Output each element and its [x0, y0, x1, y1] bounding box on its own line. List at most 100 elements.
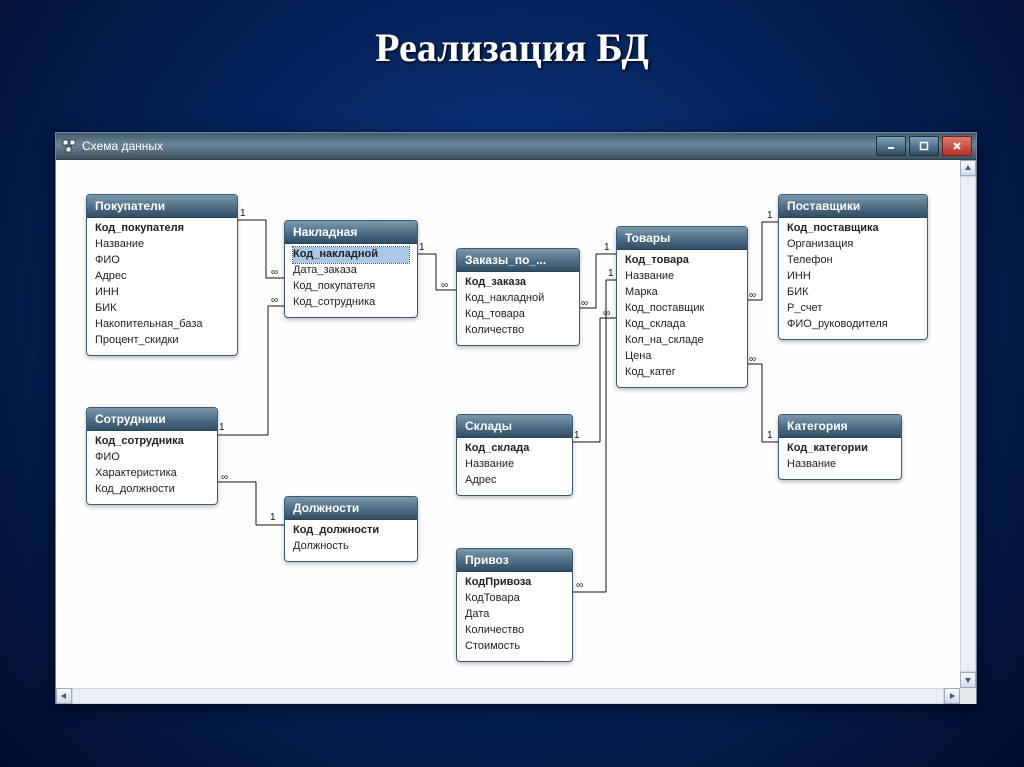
field[interactable]: Марка: [625, 285, 739, 301]
field[interactable]: Должность: [293, 539, 409, 555]
close-button[interactable]: [942, 136, 972, 156]
table-kategoriya[interactable]: Категория Код_категории Название: [778, 414, 902, 480]
slide: Реализация БД Схема данных: [0, 0, 1024, 767]
table-sklady[interactable]: Склады Код_склада Название Адрес: [456, 414, 573, 496]
field[interactable]: Количество: [465, 323, 571, 339]
field[interactable]: БИК: [787, 285, 919, 301]
field[interactable]: КодТовара: [465, 591, 564, 607]
field[interactable]: Кол_на_складе: [625, 333, 739, 349]
field[interactable]: Накопительная_база: [95, 317, 229, 333]
field-list: Код_заказа Код_накладной Код_товара Коли…: [457, 272, 579, 345]
field-list: Код_должности Должность: [285, 520, 417, 561]
table-tovary[interactable]: Товары Код_товара Название Марка Код_пос…: [616, 226, 748, 388]
field-list: Код_категории Название: [779, 438, 901, 479]
pk-field[interactable]: Код_склада: [465, 441, 564, 457]
field[interactable]: Количество: [465, 623, 564, 639]
field-list: Код_склада Название Адрес: [457, 438, 572, 495]
field[interactable]: Процент_скидки: [95, 333, 229, 349]
cardinality-many: ∞: [271, 267, 278, 278]
table-pokupateli[interactable]: Покупатели Код_покупателя Название ФИО А…: [86, 194, 238, 356]
field[interactable]: Название: [465, 457, 564, 473]
table-header[interactable]: Склады: [457, 415, 572, 438]
pk-field[interactable]: КодПривоза: [465, 575, 564, 591]
field[interactable]: Стоимость: [465, 639, 564, 655]
cardinality-many: ∞: [441, 280, 448, 291]
pk-field[interactable]: Код_должности: [293, 523, 409, 539]
scroll-up-icon[interactable]: [960, 160, 976, 176]
pk-field[interactable]: Код_поставщика: [787, 221, 919, 237]
maximize-button[interactable]: [909, 136, 939, 156]
table-header[interactable]: Накладная: [285, 221, 417, 244]
table-header[interactable]: Покупатели: [87, 195, 237, 218]
cardinality-many: ∞: [603, 308, 610, 319]
cardinality-one: 1: [574, 430, 580, 441]
table-nakladnaya[interactable]: Накладная Код_накладной Дата_заказа Код_…: [284, 220, 418, 318]
field[interactable]: Организация: [787, 237, 919, 253]
table-header[interactable]: Привоз: [457, 549, 572, 572]
pk-field[interactable]: Код_накладной: [293, 247, 409, 263]
field[interactable]: Телефон: [787, 253, 919, 269]
field[interactable]: Адрес: [465, 473, 564, 489]
window-titlebar[interactable]: Схема данных: [56, 133, 976, 160]
scroll-track[interactable]: [72, 688, 944, 704]
field[interactable]: Название: [625, 269, 739, 285]
cardinality-many: ∞: [749, 290, 756, 301]
client-area: 1 ∞ 1 ∞ 1 ∞ 1 ∞ 1 ∞ 1 ∞ 1 ∞ 1 ∞ 1 ∞: [56, 160, 976, 704]
field-list: Код_сотрудника ФИО Характеристика Код_до…: [87, 431, 217, 504]
scroll-right-icon[interactable]: [944, 688, 960, 704]
field[interactable]: БИК: [95, 301, 229, 317]
app-icon: [62, 139, 76, 153]
field[interactable]: Дата_заказа: [293, 263, 409, 279]
field[interactable]: Адрес: [95, 269, 229, 285]
horizontal-scrollbar[interactable]: [56, 688, 960, 704]
field-list: КодПривоза КодТовара Дата Количество Сто…: [457, 572, 572, 661]
field[interactable]: Название: [95, 237, 229, 253]
table-header[interactable]: Должности: [285, 497, 417, 520]
table-dolzhnosti[interactable]: Должности Код_должности Должность: [284, 496, 418, 562]
field[interactable]: Код_покупателя: [293, 279, 409, 295]
pk-field[interactable]: Код_покупателя: [95, 221, 229, 237]
cardinality-one: 1: [240, 208, 246, 219]
cardinality-one: 1: [767, 430, 773, 441]
field[interactable]: ФИО: [95, 450, 209, 466]
field[interactable]: Код_склада: [625, 317, 739, 333]
table-header[interactable]: Товары: [617, 227, 747, 250]
field[interactable]: ИНН: [95, 285, 229, 301]
field-list: Код_поставщика Организация Телефон ИНН Б…: [779, 218, 927, 339]
table-zakazy[interactable]: Заказы_по_... Код_заказа Код_накладной К…: [456, 248, 580, 346]
scroll-left-icon[interactable]: [56, 688, 72, 704]
pk-field[interactable]: Код_категории: [787, 441, 893, 457]
table-header[interactable]: Сотрудники: [87, 408, 217, 431]
table-privoz[interactable]: Привоз КодПривоза КодТовара Дата Количес…: [456, 548, 573, 662]
field[interactable]: Код_катег: [625, 365, 739, 381]
table-postavshiki[interactable]: Поставщики Код_поставщика Организация Те…: [778, 194, 928, 340]
field[interactable]: Код_должности: [95, 482, 209, 498]
minimize-button[interactable]: [876, 136, 906, 156]
field[interactable]: Код_сотрудника: [293, 295, 409, 311]
field[interactable]: Код_поставщик: [625, 301, 739, 317]
table-sotrudniki[interactable]: Сотрудники Код_сотрудника ФИО Характерис…: [86, 407, 218, 505]
table-header[interactable]: Заказы_по_...: [457, 249, 579, 272]
field[interactable]: Название: [787, 457, 893, 473]
field[interactable]: ФИО_руководителя: [787, 317, 919, 333]
pk-field[interactable]: Код_сотрудника: [95, 434, 209, 450]
vertical-scrollbar[interactable]: [960, 160, 976, 688]
field[interactable]: ФИО: [95, 253, 229, 269]
table-header[interactable]: Категория: [779, 415, 901, 438]
scroll-down-icon[interactable]: [960, 672, 976, 688]
field[interactable]: Дата: [465, 607, 564, 623]
scroll-track[interactable]: [960, 176, 976, 672]
diagram-canvas[interactable]: 1 ∞ 1 ∞ 1 ∞ 1 ∞ 1 ∞ 1 ∞ 1 ∞ 1 ∞ 1 ∞: [56, 160, 960, 688]
table-header[interactable]: Поставщики: [779, 195, 927, 218]
field[interactable]: Код_накладной: [465, 291, 571, 307]
field[interactable]: Цена: [625, 349, 739, 365]
field[interactable]: Р_счет: [787, 301, 919, 317]
field[interactable]: ИНН: [787, 269, 919, 285]
field-list: Код_накладной Дата_заказа Код_покупателя…: [285, 244, 417, 317]
pk-field[interactable]: Код_товара: [625, 253, 739, 269]
pk-field[interactable]: Код_заказа: [465, 275, 571, 291]
field[interactable]: Характеристика: [95, 466, 209, 482]
field[interactable]: Код_товара: [465, 307, 571, 323]
field-list: Код_покупателя Название ФИО Адрес ИНН БИ…: [87, 218, 237, 355]
cardinality-many: ∞: [576, 580, 583, 591]
